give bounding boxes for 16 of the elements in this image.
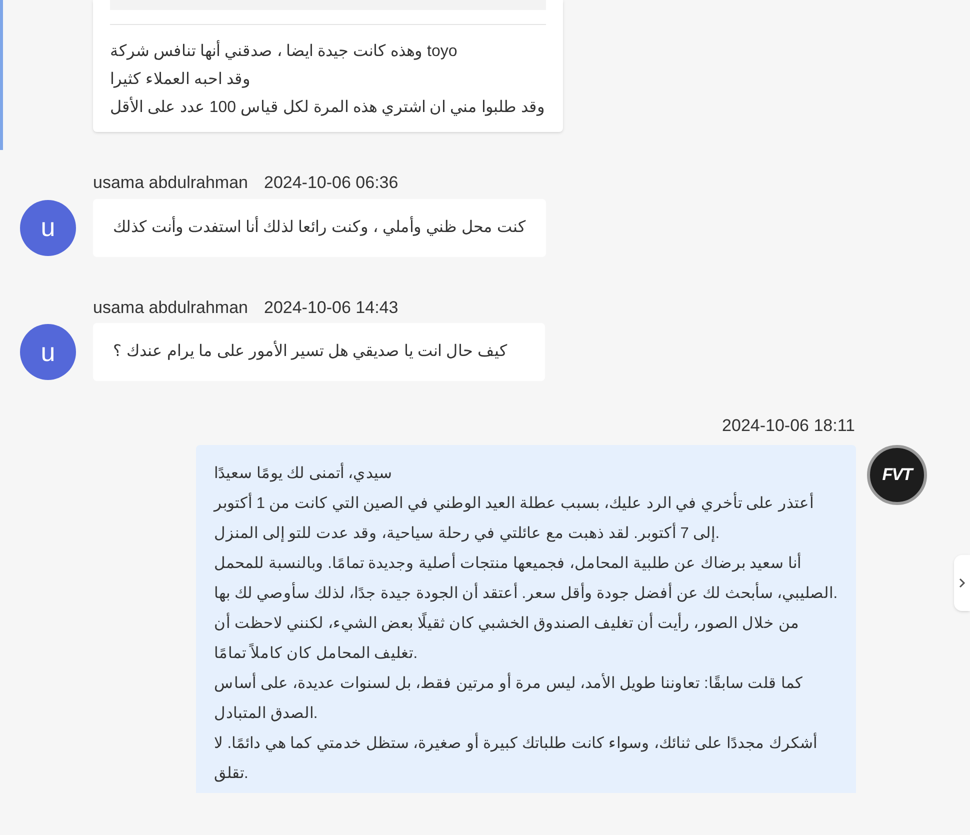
message-time: 2024-10-06 18:11 — [722, 415, 855, 437]
message-time: 2024-10-06 06:36 — [264, 172, 398, 194]
message-bubble: سيدي، أتمنى لك يومًا سعيدًا أعتذر على تأخري في الرد عليك، بسبب عطلة العيد الوطني في الصين التي كانت من 1 أكتوبر إلى 7 أكتوبر. لقد ذهبت مع عائلتي في رحلة سياحية، وقد عدت للتو إلى المنزل. أنا سعيد برضاك عن طلبية المحامل، فجميعها منتجات أصلية وجديدة تمامًا. وبالنسبة للمحمل الصليبي، سأبحث لك عن أفضل جودة وأقل سعر. أعتقد أن الجودة جيدة جدًا، لذلك سأوصي لك بها. من خلال الصور، رأيت أن تغليف الصندوق الخشبي كان ثقيلًا بعض الشيء، لكنني لاحظت أن تغليف المحامل كان كاملاً تمامًا. كما قلت سابقًا: تعاوننا طويل الأمد، ليس مرة أو مرتين فقط، بل لسنوات عديدة، على أساس الصدق المتبادل. أشكرك مجددًا على ثنائك، وسواء كانت طلباتك كبيرة أو صغيرة، ستظل خدمتي كما هي دائمًا. لا تقلق. — [196, 444, 856, 792]
chevron-right-icon — [958, 577, 966, 589]
message-bubble: كنت محل ظني وأملي ، وكنت رائعا لذلك أنا استفدت وأنت كذلك — [93, 198, 546, 256]
sender-name: usama abdulrahman — [93, 172, 248, 194]
message-time: 2024-10-06 14:43 — [264, 296, 398, 318]
next-button[interactable] — [954, 555, 970, 611]
user-avatar[interactable]: u — [20, 200, 76, 256]
user-avatar[interactable]: u — [20, 324, 76, 380]
sender-name: usama abdulrahman — [93, 296, 248, 318]
message-bubble: كيف حال انت يا صديقي هل تسير الأمور على ما يرام عندك ؟ — [93, 323, 545, 381]
message-line: وقد احبه العملاء كثيرا — [110, 70, 252, 90]
company-avatar[interactable]: FVT — [867, 444, 927, 504]
message-line: وقد طلبوا مني ان اشتري هذه المرة لكل قياس 100 عدد على الأقل — [110, 94, 546, 122]
message-line: وهذه كانت جيدة ايضا ، صدقني أنها تنافس شركة toyo — [110, 38, 546, 66]
